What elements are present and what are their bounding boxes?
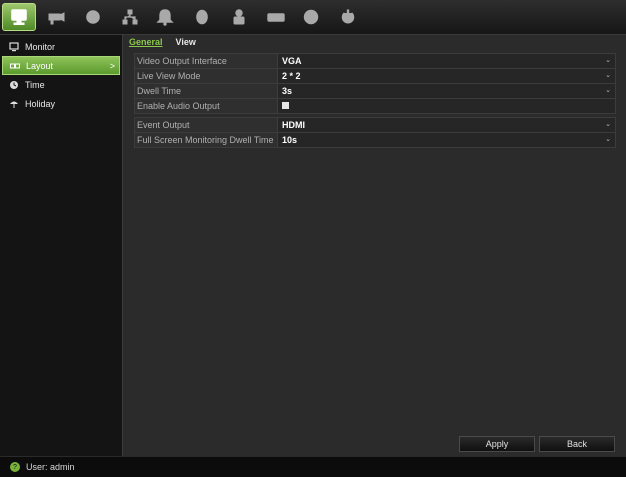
top-toolbar bbox=[0, 0, 626, 35]
hdd-icon[interactable] bbox=[259, 3, 293, 31]
dwell-time-row: Dwell Time 3s ⌄ bbox=[134, 83, 616, 98]
layout-settings-form: Video Output Interface VGA ⌄ Live View M… bbox=[134, 53, 616, 148]
sidebar-item-label: Monitor bbox=[25, 41, 56, 52]
live-view-mode-select[interactable]: 2 * 2 ⌄ bbox=[278, 69, 615, 83]
video-output-row: Video Output Interface VGA ⌄ bbox=[134, 53, 616, 68]
user-status-icon: ? bbox=[10, 462, 20, 472]
status-bar: ? User: admin bbox=[0, 456, 626, 477]
sidebar: Monitor Layout > Time Holiday bbox=[0, 35, 123, 456]
chevron-right-icon: > bbox=[109, 60, 115, 71]
event-output-row: Event Output HDMI ⌄ bbox=[134, 117, 616, 132]
full-screen-dwell-select[interactable]: 10s ⌄ bbox=[278, 133, 615, 147]
enable-audio-cell bbox=[278, 99, 615, 113]
alarm-icon[interactable] bbox=[148, 3, 182, 31]
display-icon[interactable] bbox=[2, 3, 36, 31]
holiday-icon bbox=[7, 99, 21, 109]
enable-audio-label: Enable Audio Output bbox=[135, 99, 278, 113]
event-output-select[interactable]: HDMI ⌄ bbox=[278, 118, 615, 132]
chevron-down-icon: ⌄ bbox=[605, 121, 611, 128]
info-icon[interactable] bbox=[294, 3, 328, 31]
sidebar-item-time[interactable]: Time bbox=[2, 75, 120, 94]
user-status-text: User: admin bbox=[26, 462, 75, 472]
tab-general[interactable]: General bbox=[129, 37, 163, 47]
sidebar-item-holiday[interactable]: Holiday bbox=[2, 94, 120, 113]
tab-bar: General View bbox=[129, 37, 196, 47]
chevron-down-icon: ⌄ bbox=[605, 72, 611, 79]
layout-icon bbox=[8, 61, 22, 71]
sidebar-item-label: Holiday bbox=[25, 98, 56, 109]
monitor-icon bbox=[7, 41, 21, 52]
event-output-label: Event Output bbox=[135, 118, 278, 132]
chevron-down-icon: ⌄ bbox=[605, 136, 611, 143]
power-icon[interactable] bbox=[331, 3, 365, 31]
full-screen-dwell-label: Full Screen Monitoring Dwell Time bbox=[135, 133, 278, 147]
enable-audio-row: Enable Audio Output bbox=[134, 98, 616, 114]
apply-button[interactable]: Apply bbox=[459, 436, 535, 452]
user-icon[interactable] bbox=[222, 3, 256, 31]
video-output-value: VGA bbox=[282, 56, 302, 66]
sidebar-item-label: Time bbox=[25, 79, 45, 90]
video-output-label: Video Output Interface bbox=[135, 54, 278, 68]
dwell-time-select[interactable]: 3s ⌄ bbox=[278, 84, 615, 98]
playback-icon[interactable] bbox=[76, 3, 110, 31]
live-view-mode-label: Live View Mode bbox=[135, 69, 278, 83]
chevron-down-icon: ⌄ bbox=[605, 87, 611, 94]
full-screen-dwell-row: Full Screen Monitoring Dwell Time 10s ⌄ bbox=[134, 132, 616, 148]
enable-audio-checkbox[interactable] bbox=[282, 102, 289, 109]
back-button[interactable]: Back bbox=[539, 436, 615, 452]
dwell-time-label: Dwell Time bbox=[135, 84, 278, 98]
full-screen-dwell-value: 10s bbox=[282, 135, 298, 145]
dwell-time-value: 3s bbox=[282, 86, 293, 96]
sidebar-item-layout[interactable]: Layout > bbox=[2, 56, 120, 75]
main-panel: General View Video Output Interface VGA … bbox=[123, 35, 626, 456]
video-output-select[interactable]: VGA ⌄ bbox=[278, 54, 615, 68]
network-icon[interactable] bbox=[113, 3, 147, 31]
camera-icon[interactable] bbox=[39, 3, 73, 31]
chevron-down-icon: ⌄ bbox=[605, 57, 611, 64]
live-view-mode-value: 2 * 2 bbox=[282, 71, 301, 81]
event-output-value: HDMI bbox=[282, 120, 305, 130]
tab-view[interactable]: View bbox=[176, 37, 196, 47]
sidebar-item-label: Layout bbox=[26, 60, 54, 71]
device-icon[interactable] bbox=[185, 3, 219, 31]
sidebar-item-monitor[interactable]: Monitor bbox=[2, 37, 120, 56]
live-view-mode-row: Live View Mode 2 * 2 ⌄ bbox=[134, 68, 616, 83]
clock-icon bbox=[7, 80, 21, 90]
